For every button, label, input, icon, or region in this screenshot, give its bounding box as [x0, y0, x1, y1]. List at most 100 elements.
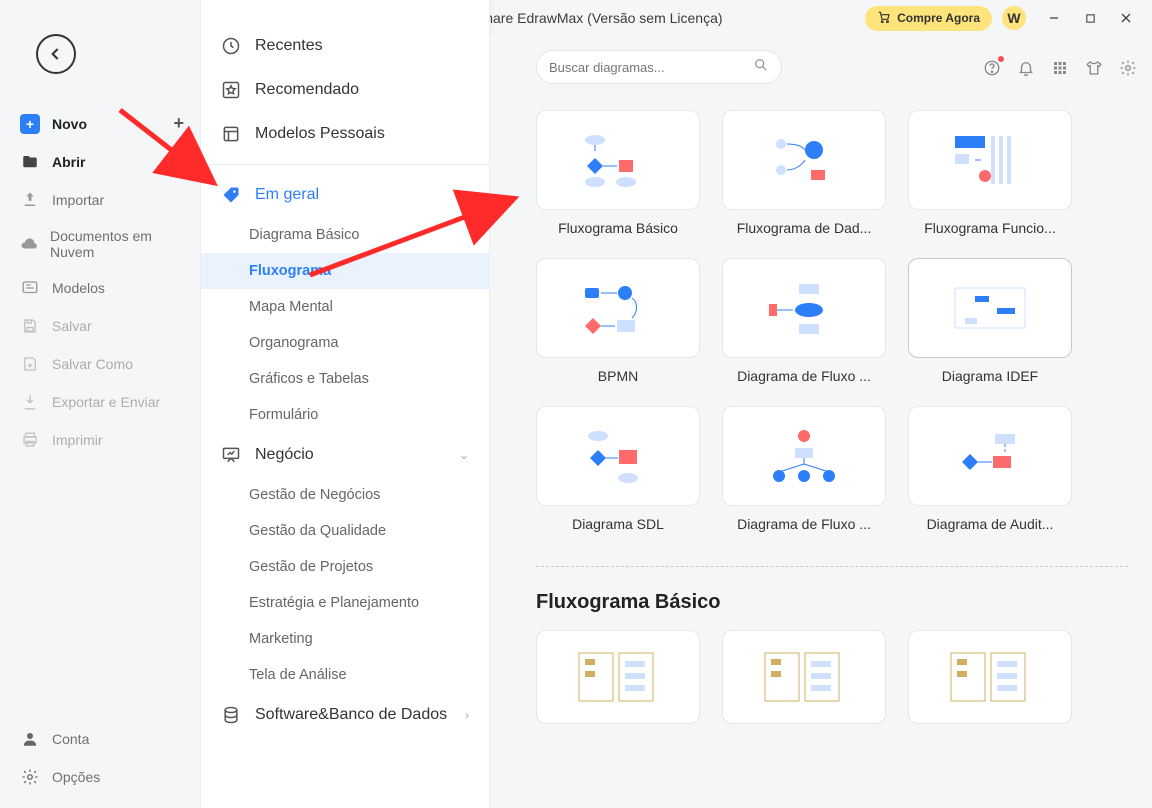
template-thumb: [536, 110, 700, 210]
category-sub-item[interactable]: Diagrama Básico: [201, 217, 489, 253]
category-label: Em geral: [255, 186, 319, 204]
sidebar-item-abrir[interactable]: Abrir: [0, 143, 200, 181]
minimize-button[interactable]: [1036, 4, 1072, 32]
search-input[interactable]: [549, 60, 753, 75]
search-box[interactable]: [536, 50, 782, 84]
category-sub-item[interactable]: Gestão da Qualidade: [201, 513, 489, 549]
category-sub-item[interactable]: Estratégia e Planejamento: [201, 585, 489, 621]
sidebar-item-label: Imprimir: [52, 432, 103, 448]
buy-now-label: Compre Agora: [897, 11, 980, 25]
plus-icon[interactable]: +: [173, 113, 184, 134]
tag-icon: [221, 185, 241, 205]
templates-icon: [20, 278, 40, 298]
template-caption: BPMN: [536, 368, 700, 384]
sidebar-item-importar[interactable]: Importar: [0, 181, 200, 219]
category-sub-item[interactable]: Fluxograma: [201, 253, 489, 289]
save-icon: [20, 316, 40, 336]
notifications-icon[interactable]: [1016, 58, 1036, 78]
example-thumb: [536, 630, 700, 724]
folder-icon: [20, 152, 40, 172]
category-header[interactable]: Negócio ⌄: [201, 433, 489, 477]
sidebar-footer-label: Opções: [52, 769, 100, 785]
chevron-right-icon: ›: [465, 708, 469, 722]
tshirt-icon[interactable]: [1084, 58, 1104, 78]
sidebar-item-novo[interactable]: +Novo+: [0, 104, 200, 143]
sidebar-item-modelos[interactable]: Modelos: [0, 269, 200, 307]
sidebar-item-salvar[interactable]: Salvar: [0, 307, 200, 345]
example-template-card[interactable]: [536, 630, 700, 724]
chevron-down-icon: ⌄: [459, 448, 469, 462]
template-caption: Diagrama de Audit...: [908, 516, 1072, 532]
sidebar-item-label: Novo: [52, 116, 87, 132]
category-sub-item[interactable]: Gestão de Negócios: [201, 477, 489, 513]
save-as-icon: [20, 354, 40, 374]
sidebar-footer-label: Conta: [52, 731, 89, 747]
sidebar-item-nuvem[interactable]: Documentos em Nuvem: [0, 219, 200, 269]
sidebar-item-exportar[interactable]: Exportar e Enviar: [0, 383, 200, 421]
category-sub-item[interactable]: Formulário: [201, 397, 489, 433]
template-card[interactable]: Diagrama de Audit...: [908, 406, 1072, 532]
sidebar-item-salvar-como[interactable]: Salvar Como: [0, 345, 200, 383]
sidebar-footer-opcoes[interactable]: Opções: [0, 758, 200, 796]
apps-icon[interactable]: [1050, 58, 1070, 78]
example-template-card[interactable]: [722, 630, 886, 724]
sidebar-item-label: Importar: [52, 192, 104, 208]
settings-icon[interactable]: [1118, 58, 1138, 78]
buy-now-button[interactable]: Compre Agora: [865, 6, 992, 31]
template-card[interactable]: Diagrama de Fluxo ...: [722, 406, 886, 532]
template-card[interactable]: Fluxograma Funcio...: [908, 110, 1072, 236]
template-caption: Diagrama IDEF: [908, 368, 1072, 384]
import-icon: [20, 190, 40, 210]
close-button[interactable]: [1108, 4, 1144, 32]
template-caption: Fluxograma Funcio...: [908, 220, 1072, 236]
cloud-icon: [20, 234, 38, 254]
panel-top-item[interactable]: Recentes: [201, 24, 489, 68]
category-sub-item[interactable]: Mapa Mental: [201, 289, 489, 325]
user-icon: [20, 729, 40, 749]
category-sub-item[interactable]: Gestão de Projetos: [201, 549, 489, 585]
template-card[interactable]: Fluxograma Básico: [536, 110, 700, 236]
template-card[interactable]: Diagrama SDL: [536, 406, 700, 532]
cart-icon: [877, 10, 891, 27]
category-label: Negócio: [255, 446, 314, 464]
gear-icon: [20, 767, 40, 787]
database-icon: [221, 705, 241, 725]
app-badge[interactable]: W: [1002, 6, 1026, 30]
sidebar-item-label: Modelos: [52, 280, 105, 296]
section-heading: Fluxograma Básico: [536, 591, 1128, 614]
sidebar-item-label: Salvar Como: [52, 356, 133, 372]
template-thumb: [908, 406, 1072, 506]
help-icon[interactable]: [982, 58, 1002, 78]
back-button[interactable]: [36, 34, 76, 74]
category-sub-item[interactable]: Gráficos e Tabelas: [201, 361, 489, 397]
sidebar-item-label: Abrir: [52, 154, 85, 170]
template-card[interactable]: BPMN: [536, 258, 700, 384]
panel-top-label: Recentes: [255, 37, 323, 55]
clock-icon: [221, 36, 241, 56]
panel-top-label: Modelos Pessoais: [255, 125, 385, 143]
category-header[interactable]: Software&Banco de Dados ›: [201, 693, 489, 737]
print-icon: [20, 430, 40, 450]
panel-top-item[interactable]: Recomendado: [201, 68, 489, 112]
template-card[interactable]: Fluxograma de Dad...: [722, 110, 886, 236]
template-caption: Diagrama de Fluxo ...: [722, 516, 886, 532]
template-thumb: [536, 258, 700, 358]
category-sub-item[interactable]: Marketing: [201, 621, 489, 657]
category-sub-item[interactable]: Organograma: [201, 325, 489, 361]
chevron-down-icon: ⌄: [459, 188, 469, 202]
panel-top-item[interactable]: Modelos Pessoais: [201, 112, 489, 156]
template-card[interactable]: Diagrama IDEF: [908, 258, 1072, 384]
category-label: Software&Banco de Dados: [255, 706, 447, 724]
template-caption: Diagrama SDL: [536, 516, 700, 532]
sidebar-item-label: Documentos em Nuvem: [50, 228, 184, 260]
example-template-card[interactable]: [908, 630, 1072, 724]
example-thumb: [908, 630, 1072, 724]
template-thumb: [722, 406, 886, 506]
template-thumb: [908, 258, 1072, 358]
category-sub-item[interactable]: Tela de Análise: [201, 657, 489, 693]
sidebar-footer-conta[interactable]: Conta: [0, 720, 200, 758]
template-card[interactable]: Diagrama de Fluxo ...: [722, 258, 886, 384]
maximize-button[interactable]: [1072, 4, 1108, 32]
sidebar-item-imprimir[interactable]: Imprimir: [0, 421, 200, 459]
category-header[interactable]: Em geral ⌄: [201, 173, 489, 217]
